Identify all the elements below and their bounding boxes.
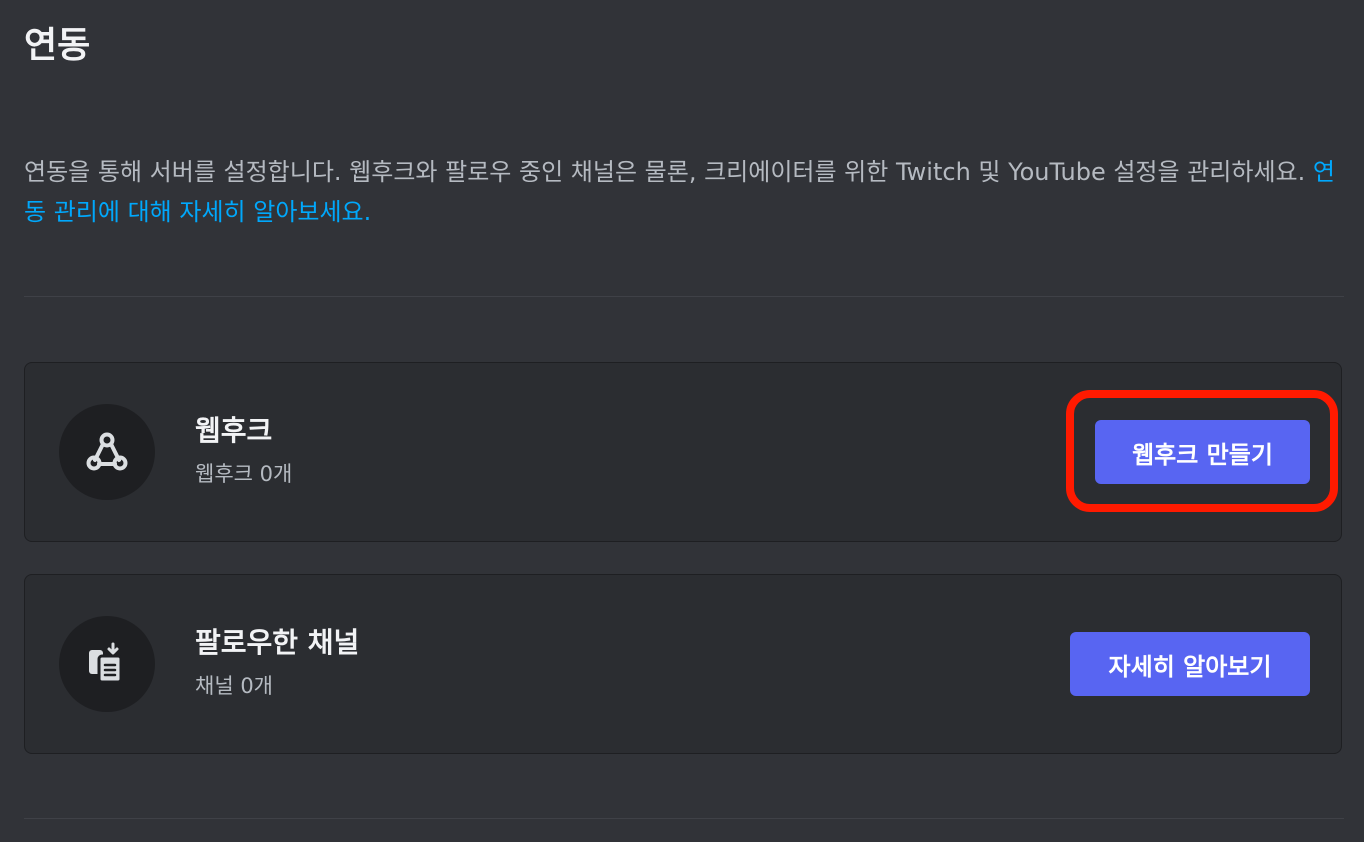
create-webhook-button[interactable]: 웹후크 만들기 <box>1095 420 1310 484</box>
webhook-icon <box>59 404 155 500</box>
followed-channels-title: 팔로우한 채널 <box>195 626 360 659</box>
divider-top <box>24 296 1344 297</box>
webhooks-count: 웹후크 0개 <box>195 462 293 486</box>
integrations-page: 연동 연동을 통해 서버를 설정합니다. 웹후크와 팔로우 중인 채널은 물론,… <box>0 0 1364 842</box>
divider-bottom <box>24 818 1344 819</box>
followed-channels-count: 채널 0개 <box>195 674 273 698</box>
learn-more-button[interactable]: 자세히 알아보기 <box>1070 632 1310 696</box>
webhooks-card: 웹후크 웹후크 0개 웹후크 만들기 <box>24 362 1342 542</box>
page-description: 연동을 통해 서버를 설정합니다. 웹후크와 팔로우 중인 채널은 물론, 크리… <box>24 152 1336 232</box>
page-title: 연동 <box>24 25 91 66</box>
description-text: 연동을 통해 서버를 설정합니다. 웹후크와 팔로우 중인 채널은 물론, 크리… <box>24 158 1313 186</box>
webhooks-title: 웹후크 <box>195 414 273 447</box>
followed-channel-icon <box>59 616 155 712</box>
followed-channels-card: 팔로우한 채널 채널 0개 자세히 알아보기 <box>24 574 1342 754</box>
